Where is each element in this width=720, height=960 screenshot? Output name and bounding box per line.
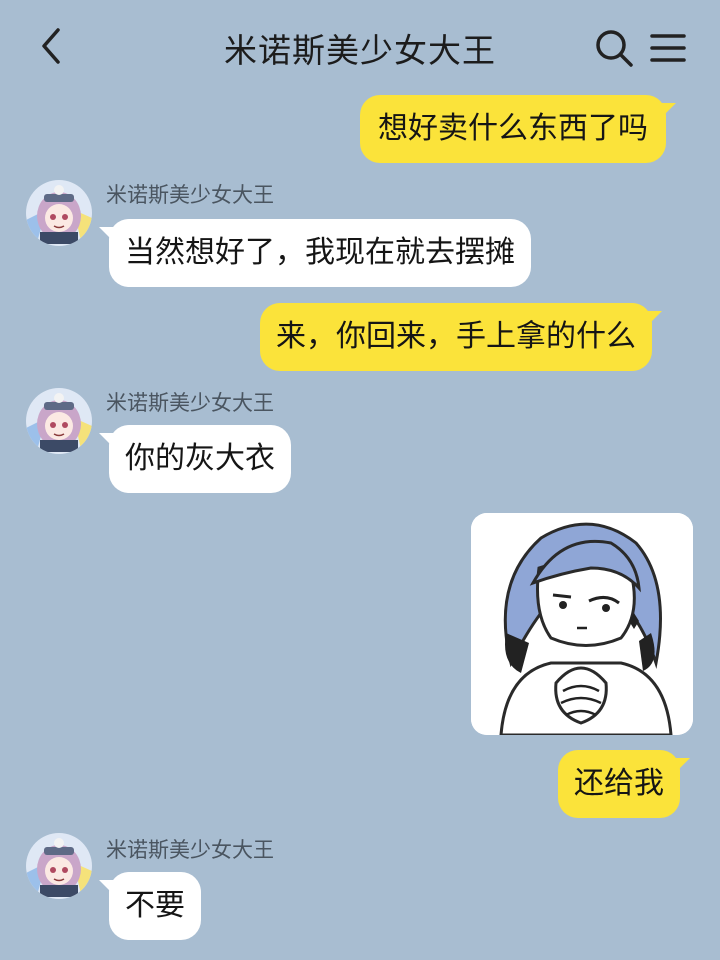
- sticker-message[interactable]: [471, 513, 693, 735]
- message-bubble-self[interactable]: 还给我: [558, 750, 690, 818]
- message-bubble-other[interactable]: 不要: [99, 872, 201, 940]
- menu-icon: [650, 34, 686, 62]
- message-bubble-self[interactable]: 来，你回来，手上拿的什么: [260, 303, 662, 371]
- avatar[interactable]: [26, 180, 92, 246]
- sender-name: 米诺斯美少女大王: [106, 838, 274, 862]
- sender-name: 米诺斯美少女大王: [106, 183, 274, 207]
- menu-button[interactable]: [648, 28, 688, 68]
- avatar-anime-girl-icon: [26, 833, 92, 899]
- sender-name: 米诺斯美少女大王: [106, 391, 274, 415]
- message-bubble-other[interactable]: 当然想好了，我现在就去摆摊: [99, 219, 531, 287]
- message-bubble-self[interactable]: 想好卖什么东西了吗: [360, 95, 676, 163]
- search-button[interactable]: [592, 26, 636, 70]
- message-bubble-other[interactable]: 你的灰大衣: [99, 425, 291, 493]
- avatar[interactable]: [26, 388, 92, 454]
- avatar-anime-girl-icon: [26, 180, 92, 246]
- chat-header: 米诺斯美少女大王: [0, 0, 720, 92]
- search-icon: [596, 30, 633, 67]
- avatar[interactable]: [26, 833, 92, 899]
- anime-girl-clasped-hands-sticker: [471, 513, 693, 735]
- avatar-anime-girl-icon: [26, 388, 92, 454]
